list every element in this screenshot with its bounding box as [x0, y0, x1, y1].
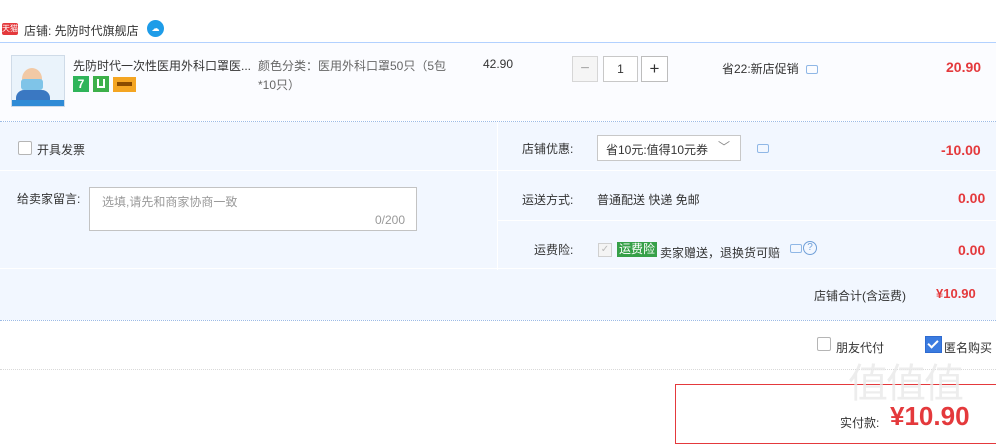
shop-name[interactable]: 店铺: 先防时代旗舰店	[24, 22, 139, 39]
seven-day-return-icon: 7	[73, 76, 89, 92]
quantity-input[interactable]: 1	[603, 56, 638, 82]
insurance-checkbox: ✓	[598, 243, 612, 257]
guarantee-icon	[93, 76, 109, 92]
coupon-label: 店铺优惠:	[522, 142, 574, 156]
message-icon[interactable]	[790, 244, 802, 253]
coupon-selected-value[interactable]: 省10元:值得10元券	[606, 141, 708, 158]
divider	[497, 170, 996, 171]
sku-info: 颜色分类：医用外科口罩50只（5包*10只）	[258, 59, 447, 92]
insurance-amount: 0.00	[958, 242, 986, 258]
quantity-increase-button[interactable]: +	[641, 56, 668, 82]
insurance-tag: 运费险	[617, 242, 658, 257]
chevron-down-icon[interactable]: ﹀	[718, 138, 730, 154]
shipping-method: 普通配送 快递 免邮	[597, 193, 700, 207]
tmall-badge-icon: 天猫	[2, 23, 18, 35]
wangwang-chat-icon[interactable]: ☁	[147, 20, 164, 37]
insurance-label: 运费险:	[534, 243, 574, 257]
help-icon[interactable]: ?	[803, 241, 817, 255]
promotion-label: 省22:新店促销	[722, 62, 799, 76]
message-icon[interactable]	[806, 65, 818, 74]
divider	[0, 369, 996, 370]
quantity-decrease-button[interactable]: −	[572, 56, 598, 82]
message-placeholder: 选填,请先和商家协商一致	[102, 195, 238, 209]
unit-price: 42.90	[483, 57, 514, 71]
divider	[0, 170, 497, 171]
invoice-label[interactable]: 开具发票	[37, 141, 85, 158]
shop-total-amount: ¥10.90	[936, 286, 976, 301]
coupon-amount: -10.00	[941, 142, 981, 158]
divider	[0, 320, 996, 321]
payment-label: 实付款:	[840, 416, 880, 430]
credit-card-icon	[113, 77, 136, 92]
watermark: 值值值	[848, 362, 964, 406]
divider	[497, 220, 996, 221]
invoice-checkbox[interactable]	[18, 141, 32, 155]
item-row	[0, 43, 996, 121]
message-icon[interactable]	[757, 144, 769, 153]
divider	[497, 122, 498, 270]
divider	[0, 268, 996, 269]
shipping-label: 运送方式:	[522, 193, 574, 207]
friend-pay-checkbox[interactable]	[817, 337, 831, 351]
shop-total-label: 店铺合计(含运费)	[814, 289, 906, 303]
shipping-amount: 0.00	[958, 190, 986, 206]
message-label: 给卖家留言:	[17, 192, 81, 206]
product-thumbnail[interactable]	[11, 55, 65, 107]
insurance-description: 卖家赠送，退换货可赔	[660, 246, 781, 260]
product-title[interactable]: 先防时代一次性医用外科口罩医...	[73, 57, 253, 74]
item-subtotal: 20.90	[946, 59, 982, 75]
message-char-counter: 0/200	[375, 213, 406, 227]
